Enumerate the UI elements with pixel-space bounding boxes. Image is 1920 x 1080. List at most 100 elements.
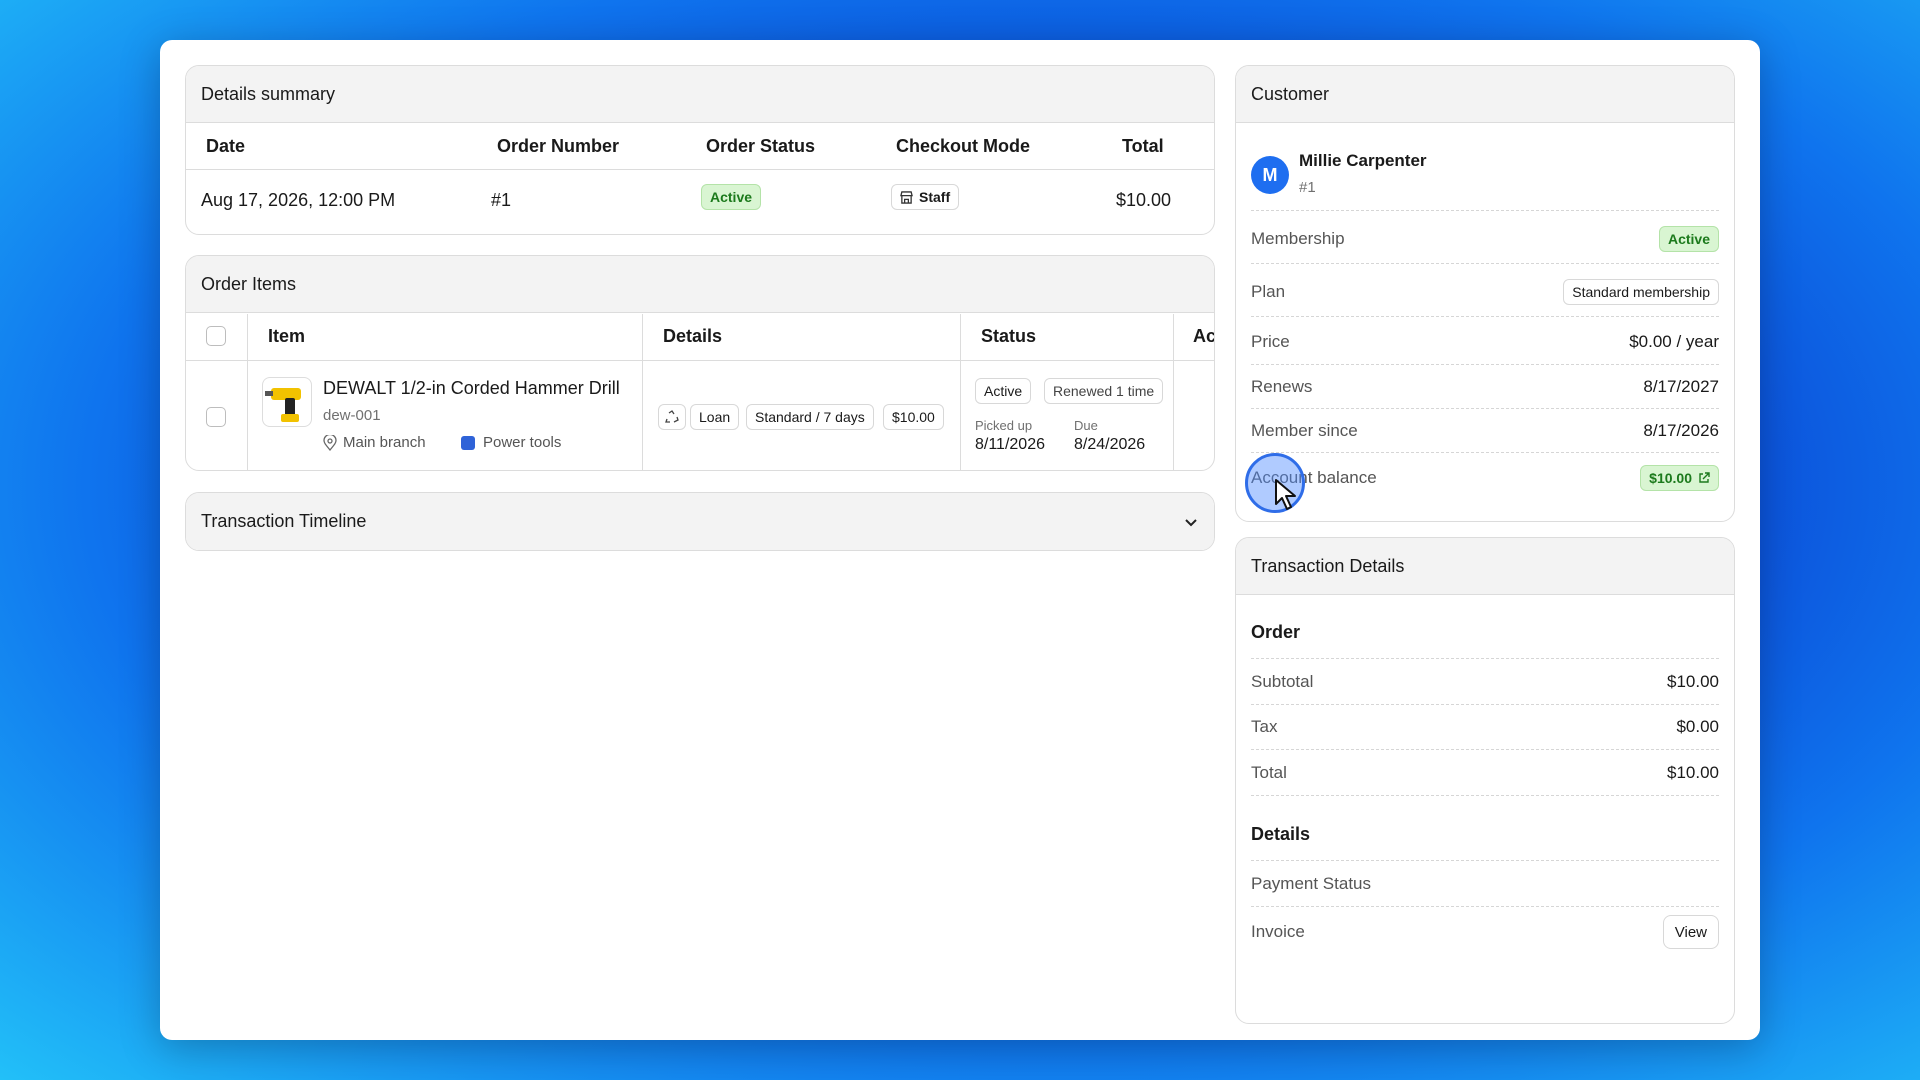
tax-value: $0.00: [1676, 717, 1719, 736]
details-heading: Details: [1251, 824, 1311, 844]
tax-row: Tax $0.00: [1251, 714, 1719, 740]
table-row[interactable]: DEWALT 1/2-in Corded Hammer Drill dew-00…: [186, 362, 1214, 470]
loan-type-icon-badge: [658, 404, 686, 430]
summary-header-row: Date Order Number Order Status Checkout …: [186, 124, 1214, 170]
renews-value: 8/17/2027: [1643, 377, 1719, 396]
member-since-label: Member since: [1251, 421, 1358, 440]
price-row: Price $0.00 / year: [1251, 329, 1719, 355]
order-items-header-row: Item Details Status Ac: [186, 314, 1214, 361]
transaction-timeline-card[interactable]: Transaction Timeline: [185, 492, 1215, 551]
row-checkbox[interactable]: [206, 407, 226, 427]
plan-row: Plan Standard membership: [1251, 279, 1719, 305]
divider: [1251, 658, 1719, 659]
customer-card: Customer M Millie Carpenter #1 Membershi…: [1235, 65, 1735, 522]
divider: [1251, 860, 1719, 861]
item-category: Power tools: [461, 434, 561, 451]
recycle-icon: [665, 410, 679, 423]
plan-label: Plan: [1251, 282, 1286, 301]
item-location: Main branch: [323, 434, 426, 451]
drill-icon: [265, 388, 301, 422]
transaction-timeline-title: Transaction Timeline: [201, 511, 367, 531]
loan-term-badge: Standard / 7 days: [746, 404, 874, 430]
member-since-value: 8/17/2026: [1643, 421, 1719, 440]
order-items-card: Order Items Item Details Status Ac DEWAL…: [185, 255, 1215, 471]
col-checkout-mode: Checkout Mode: [896, 136, 1031, 156]
subtotal-row: Subtotal $10.00: [1251, 669, 1719, 695]
divider: [1251, 795, 1719, 796]
plan-badge: Standard membership: [1563, 279, 1719, 305]
renews-label: Renews: [1251, 377, 1313, 396]
payment-status-label: Payment Status: [1251, 874, 1372, 893]
price-label: Price: [1251, 332, 1290, 351]
customer-id: #1: [1299, 179, 1316, 196]
divider: [1251, 263, 1719, 264]
divider: [1251, 316, 1719, 317]
customer-title: Customer: [1236, 66, 1734, 123]
app-window: Details summary Date Order Number Order …: [160, 40, 1760, 1040]
picked-up-label: Picked up: [975, 418, 1033, 433]
transaction-timeline-header[interactable]: Transaction Timeline: [186, 493, 1214, 550]
customer-name[interactable]: Millie Carpenter: [1299, 151, 1427, 171]
avatar: M: [1251, 156, 1289, 194]
mouse-cursor-icon: [1275, 479, 1296, 510]
col-actions: Ac: [1193, 326, 1215, 346]
col-order-status: Order Status: [706, 136, 816, 156]
renewed-badge: Renewed 1 time: [1044, 378, 1164, 404]
details-summary-title: Details summary: [186, 66, 1214, 123]
item-name[interactable]: DEWALT 1/2-in Corded Hammer Drill: [323, 378, 620, 399]
item-status-badge: Active: [975, 378, 1032, 404]
summary-row: Aug 17, 2026, 12:00 PM #1 Active Staff $…: [186, 170, 1214, 234]
item-location-label: Main branch: [343, 434, 426, 451]
account-balance-link[interactable]: $10.00: [1640, 465, 1719, 491]
total-value: $10.00: [1667, 763, 1719, 782]
divider: [1251, 364, 1719, 365]
checkout-mode-badge: Staff: [891, 184, 960, 210]
col-details: Details: [663, 326, 723, 346]
details-summary-card: Details summary Date Order Number Order …: [185, 65, 1215, 235]
member-since-row: Member since 8/17/2026: [1251, 418, 1719, 444]
membership-label: Membership: [1251, 229, 1345, 248]
col-item: Item: [268, 326, 306, 346]
membership-status-badge: Active: [1658, 226, 1719, 252]
loan-badge: Loan: [690, 404, 740, 430]
col-total: Total: [1122, 136, 1164, 156]
category-color-swatch: [461, 435, 475, 450]
divider: [1251, 452, 1719, 453]
item-thumbnail: [262, 377, 312, 427]
item-category-label: Power tools: [483, 434, 562, 451]
map-pin-icon: [323, 434, 337, 451]
col-order-number: Order Number: [497, 136, 620, 156]
due-date[interactable]: 8/24/2026: [1074, 436, 1145, 454]
account-balance-row: Account balance $10.00: [1251, 464, 1719, 492]
order-status-badge: Active: [701, 184, 762, 210]
order-items-title: Order Items: [186, 256, 1214, 313]
store-icon: [900, 190, 913, 204]
picked-up-date: 8/11/2026: [975, 436, 1045, 453]
order-date: Aug 17, 2026, 12:00 PM: [201, 190, 396, 210]
renews-row: Renews 8/17/2027: [1251, 374, 1719, 400]
divider: [1251, 749, 1719, 750]
membership-row: Membership Active: [1251, 226, 1719, 252]
order-number: #1: [491, 190, 512, 210]
subtotal-label: Subtotal: [1251, 672, 1314, 691]
loan-price-badge: $10.00: [883, 404, 944, 430]
select-all-checkbox[interactable]: [206, 326, 226, 346]
invoice-label: Invoice: [1251, 922, 1305, 941]
col-date: Date: [206, 136, 246, 156]
transaction-details-card: Transaction Details Order Subtotal $10.0…: [1235, 537, 1735, 1024]
checkout-mode-label: Staff: [919, 189, 951, 205]
order-total: $10.00: [1116, 190, 1172, 210]
view-invoice-button[interactable]: View: [1662, 915, 1719, 949]
total-row: Total $10.00: [1251, 760, 1719, 786]
account-balance-value: $10.00: [1649, 470, 1692, 486]
invoice-row: Invoice View: [1251, 914, 1719, 950]
payment-status-row: Payment Status: [1251, 871, 1719, 897]
chevron-down-icon[interactable]: [1183, 514, 1199, 530]
subtotal-value: $10.00: [1667, 672, 1719, 691]
tax-label: Tax: [1251, 717, 1278, 736]
order-heading: Order: [1251, 622, 1301, 642]
divider: [1251, 906, 1719, 907]
transaction-details-title: Transaction Details: [1236, 538, 1734, 595]
external-link-icon: [1699, 472, 1710, 483]
divider: [1251, 210, 1719, 211]
